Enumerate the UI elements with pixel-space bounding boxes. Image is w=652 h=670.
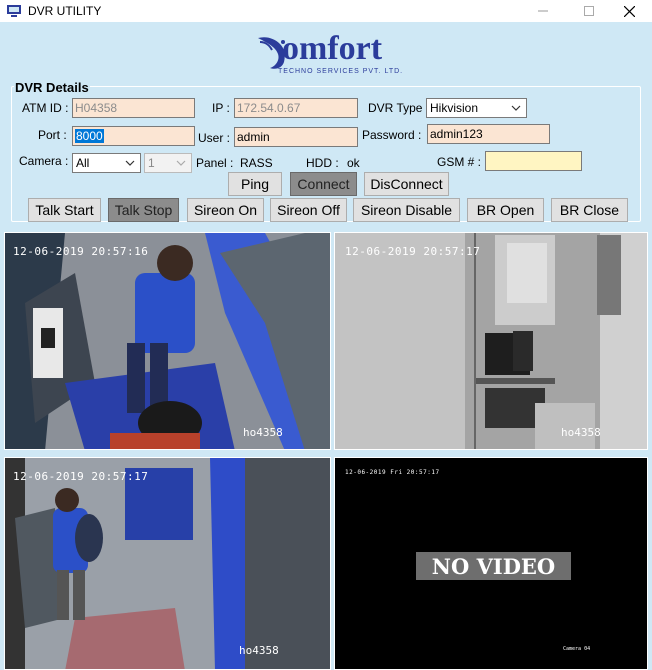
panel-value: RASS (240, 156, 273, 170)
password-label: Password : (362, 128, 422, 142)
no-video-text: NO VIDEO (431, 553, 556, 579)
close-button[interactable] (606, 0, 652, 22)
connect-button[interactable]: Connect (290, 172, 357, 196)
port-field[interactable]: 8000 (72, 126, 195, 146)
app-icon (7, 5, 21, 17)
camera-feed-2[interactable]: 12-06-2019 20:57:17 ho4358 (334, 232, 648, 450)
atm-id-field[interactable]: H04358 (72, 98, 195, 118)
hdd-label: HDD : (306, 156, 339, 170)
logo-text: omfort (282, 30, 383, 67)
camera-4-tag: Camera 04 (563, 646, 591, 652)
br-open-button[interactable]: BR Open (467, 198, 544, 222)
minimize-icon (538, 10, 548, 12)
dvr-type-value: Hikvision (430, 101, 479, 115)
user-field[interactable]: admin (234, 127, 358, 147)
camera-3-tag: ho4358 (239, 644, 279, 657)
gsm-label: GSM # : (437, 155, 482, 169)
panel-label: Panel : (196, 156, 234, 170)
camera-1-timestamp: 12-06-2019 20:57:16 (13, 245, 149, 258)
ip-label: IP : (212, 101, 230, 115)
port-value: 8000 (75, 129, 104, 143)
camera-feed-3[interactable]: 12-06-2019 20:57:17 ho4358 (4, 457, 331, 670)
hdd-value: ok (347, 156, 360, 170)
minimize-button[interactable] (520, 0, 566, 22)
user-label: User : (198, 131, 231, 145)
sireon-off-button[interactable]: Sireon Off (270, 198, 347, 222)
camera-select[interactable]: All (72, 153, 141, 173)
camera-value: All (76, 156, 90, 170)
port-label: Port : (38, 128, 67, 142)
camera-2-tag: ho4358 (561, 426, 601, 439)
dvr-details-legend: DVR Details (14, 80, 90, 95)
company-logo: omfort TECHNO SERVICES PVT. LTD. (256, 28, 406, 80)
ip-field[interactable]: 172.54.0.67 (234, 98, 358, 118)
camera-1-scene (5, 233, 330, 449)
sireon-on-button[interactable]: Sireon On (187, 198, 264, 222)
disconnect-button[interactable]: DisConnect (364, 172, 449, 196)
camera-feed-1[interactable]: 12-06-2019 20:57:16 ho4358 (4, 232, 331, 450)
logo-subtitle: TECHNO SERVICES PVT. LTD. (278, 68, 404, 75)
ping-button[interactable]: Ping (228, 172, 282, 196)
camera-4-timestamp: 12-06-2019 Fri 20:57:17 (345, 469, 440, 476)
camera-feed-4[interactable]: 12-06-2019 Fri 20:57:17 NO VIDEO Camera … (334, 457, 648, 670)
password-field[interactable]: admin123 (427, 124, 550, 144)
camera-2-scene (335, 233, 647, 449)
br-close-button[interactable]: BR Close (551, 198, 628, 222)
gsm-field[interactable] (485, 151, 582, 171)
camera-number-select[interactable]: 1 (144, 153, 192, 173)
dvr-type-select[interactable]: Hikvision (426, 98, 527, 118)
dvr-type-label: DVR Type : (368, 101, 430, 115)
title-bar: DVR UTILITY (0, 0, 652, 22)
chevron-down-icon (176, 160, 186, 166)
camera-2-timestamp: 12-06-2019 20:57:17 (345, 245, 481, 258)
talk-stop-button[interactable]: Talk Stop (108, 198, 179, 222)
camera-label: Camera : (19, 154, 69, 168)
close-icon (623, 5, 635, 17)
camera-3-scene (5, 458, 330, 669)
chevron-down-icon (125, 160, 135, 166)
sireon-disable-button[interactable]: Sireon Disable (353, 198, 460, 222)
window-title: DVR UTILITY (28, 4, 102, 18)
talk-start-button[interactable]: Talk Start (28, 198, 101, 222)
no-video-banner: NO VIDEO (416, 552, 571, 580)
header: omfort TECHNO SERVICES PVT. LTD. (0, 22, 652, 80)
camera-3-timestamp: 12-06-2019 20:57:17 (13, 470, 149, 483)
atm-id-label: ATM ID : (22, 101, 69, 115)
camera-1-tag: ho4358 (243, 426, 283, 439)
chevron-down-icon (511, 105, 521, 111)
camera-number-value: 1 (148, 156, 155, 170)
maximize-icon (584, 6, 594, 16)
